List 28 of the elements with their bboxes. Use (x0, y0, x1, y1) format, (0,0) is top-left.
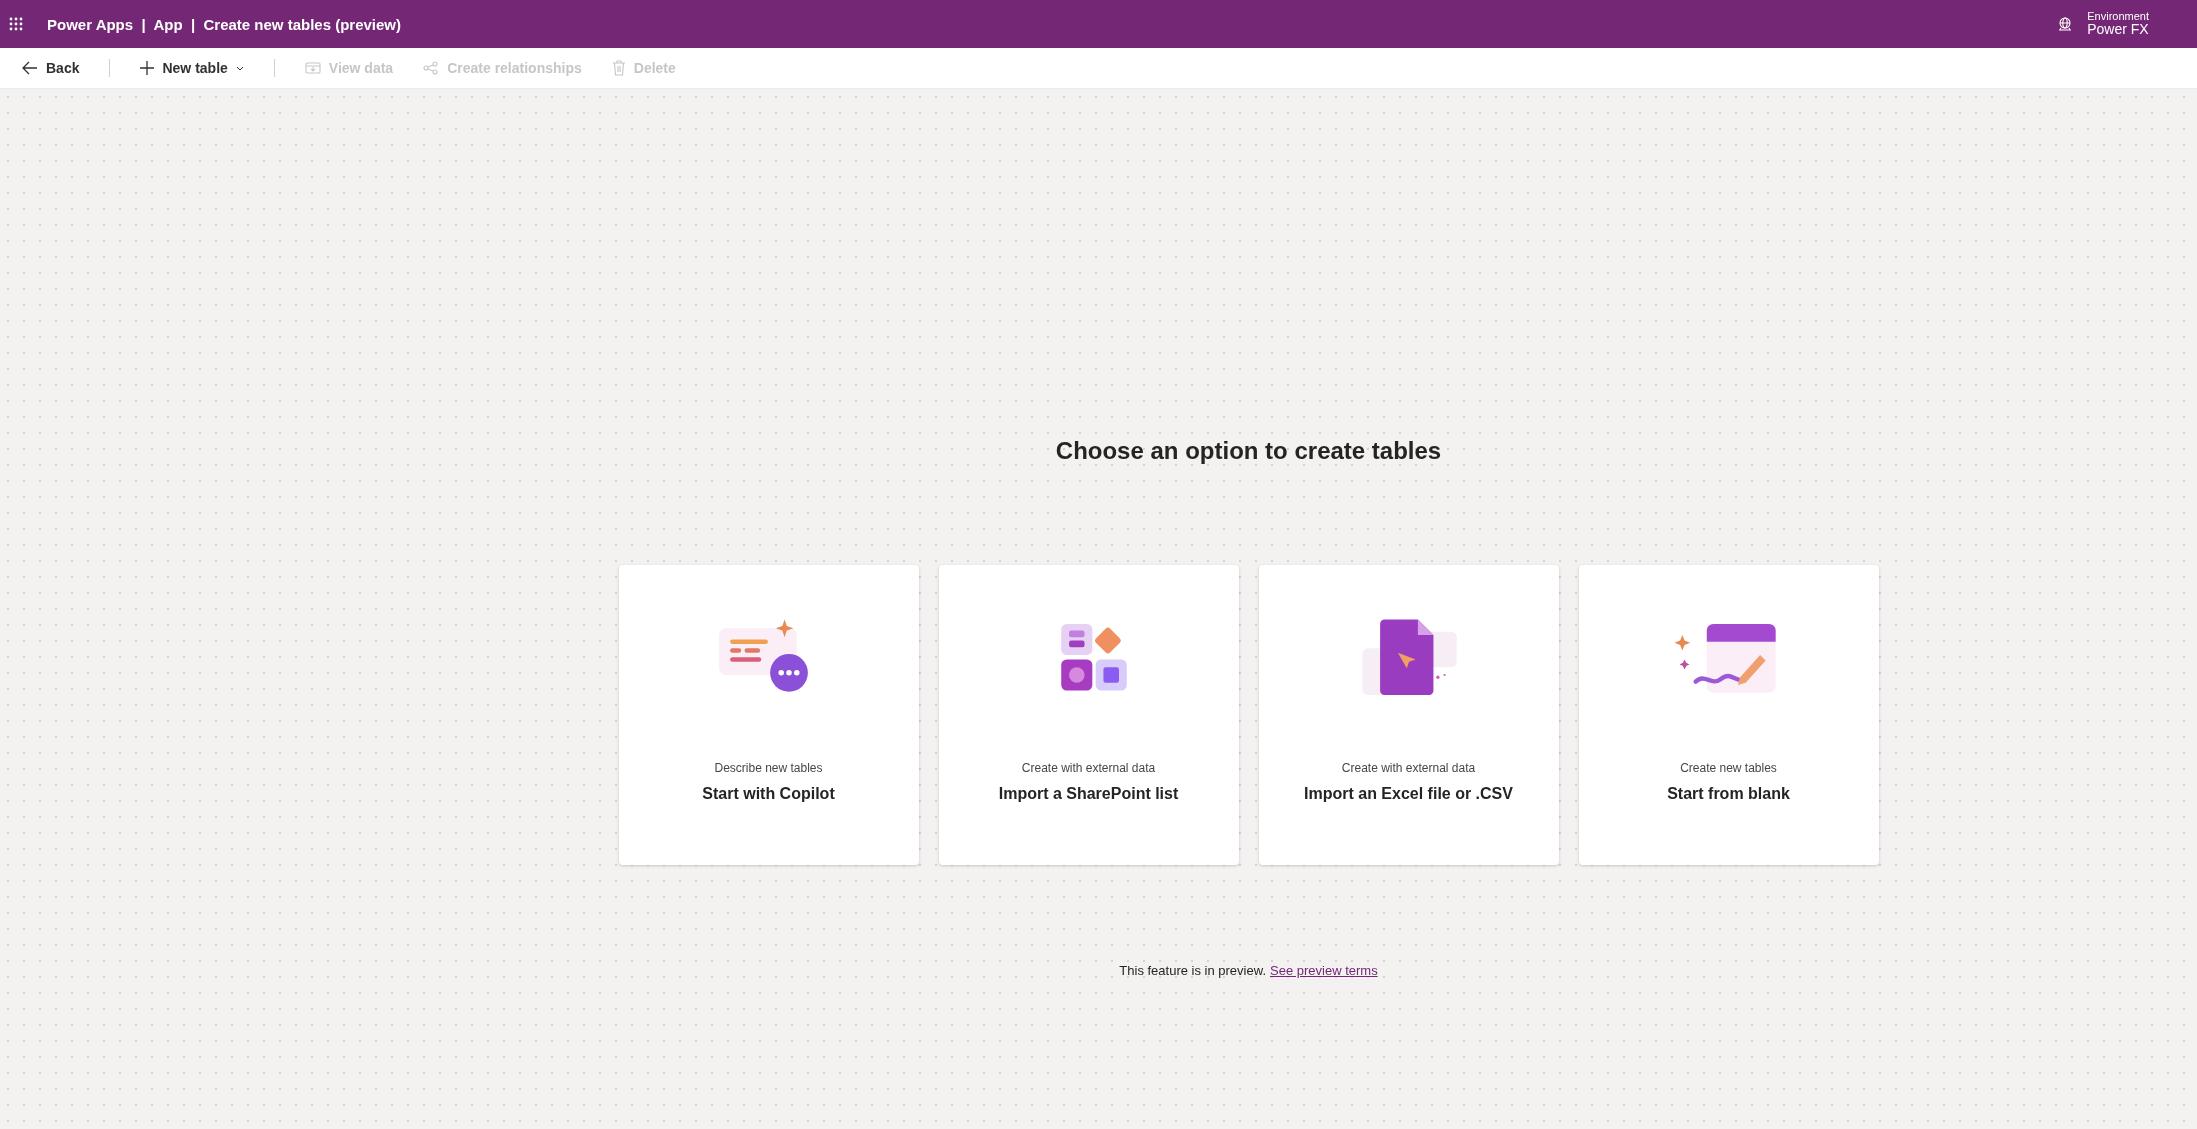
option-title: Start from blank (1667, 785, 1790, 803)
environment-label: Environment (2087, 10, 2149, 23)
option-title: Start with Copilot (702, 785, 835, 803)
excel-option-card[interactable]: Create with external data Import an Excel file or .CSV (1258, 565, 1559, 865)
sharepoint-option-card[interactable]: Create with external data Import a SharePoint list (938, 565, 1239, 865)
option-title: Import an Excel file or .CSV (1304, 785, 1513, 803)
option-caption: Describe new tables (714, 761, 823, 775)
option-caption: Create with external data (1021, 761, 1156, 775)
chevron-down-icon (235, 65, 244, 71)
trash-icon (611, 60, 626, 76)
globe-icon (2057, 16, 2074, 32)
back-button[interactable]: Back (14, 54, 88, 82)
preview-notice: This feature is in preview. (1119, 963, 1266, 978)
new-button[interactable]: New table (132, 54, 252, 82)
back-arrow-icon (22, 61, 38, 75)
plus-icon (140, 61, 155, 75)
page-heading: Choose an option to create tables (1055, 437, 1442, 465)
option-caption: Create new tables (1680, 761, 1777, 775)
table-view-icon (304, 61, 321, 75)
option-caption: Create with external data (1341, 761, 1476, 775)
copilot-option-card[interactable]: Describe new tables Start with Copilot (618, 565, 919, 865)
relationship-icon (423, 61, 440, 75)
app-launcher-icon[interactable] (9, 17, 23, 31)
option-title: Import a SharePoint list (998, 785, 1179, 803)
environment-name[interactable]: Power FX (2087, 22, 2149, 38)
preview-terms-link[interactable]: See preview terms (1270, 963, 1378, 978)
blank-option-card[interactable]: Create new tables Start from blank (1578, 565, 1879, 865)
app-title: Power Apps | App | Create new tables (preview) (47, 15, 402, 33)
